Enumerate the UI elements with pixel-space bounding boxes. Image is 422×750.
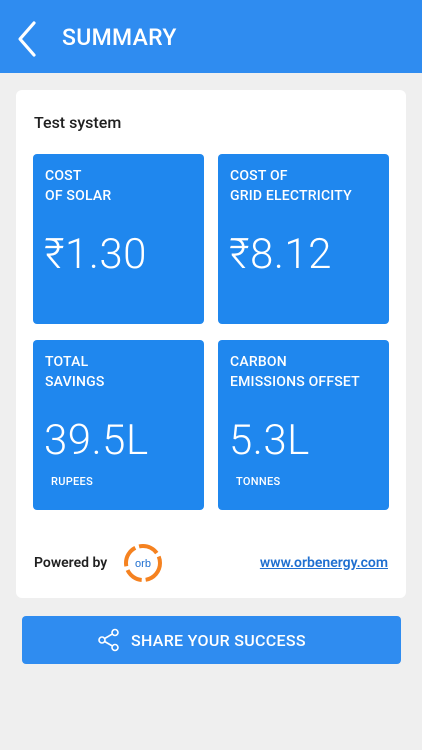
summary-card: Test system COST OF SOLAR ₹1.30 COST OF …	[16, 90, 406, 598]
svg-text:orb: orb	[135, 558, 151, 570]
cost-of-solar-tile: COST OF SOLAR ₹1.30	[33, 154, 204, 324]
tile-value: 5.3L	[229, 416, 310, 465]
share-button-label: SHARE YOUR SUCCESS	[131, 631, 306, 650]
tile-label: COST OF GRID ELECTRICITY	[230, 168, 352, 204]
website-link[interactable]: www.orbenergy.com	[260, 555, 388, 571]
tile-value: 39.5L	[44, 416, 149, 465]
total-savings-tile: TOTAL SAVINGS 39.5L RUPEES	[33, 340, 204, 510]
tile-value: ₹1.30	[44, 230, 147, 279]
cost-of-grid-electricity-tile: COST OF GRID ELECTRICITY ₹8.12	[218, 154, 389, 324]
carbon-emissions-offset-tile: CARBON EMISSIONS OFFSET 5.3L TONNES	[218, 340, 389, 510]
back-button[interactable]	[12, 17, 46, 61]
tile-label: TOTAL SAVINGS	[45, 354, 105, 390]
share-button[interactable]: SHARE YOUR SUCCESS	[22, 616, 401, 664]
orb-logo: orb	[124, 544, 162, 582]
tile-unit: RUPEES	[51, 475, 94, 488]
share-icon	[98, 628, 119, 652]
tile-label: COST OF SOLAR	[45, 168, 112, 204]
powered-by-label: Powered by	[34, 555, 108, 571]
system-name: Test system	[34, 113, 122, 132]
chevron-left-icon	[18, 21, 36, 57]
tile-unit: TONNES	[236, 475, 281, 488]
app-header: SUMMARY	[0, 0, 422, 73]
tile-label: CARBON EMISSIONS OFFSET	[230, 354, 360, 390]
page-title: SUMMARY	[62, 24, 177, 51]
tile-value: ₹8.12	[229, 230, 332, 279]
